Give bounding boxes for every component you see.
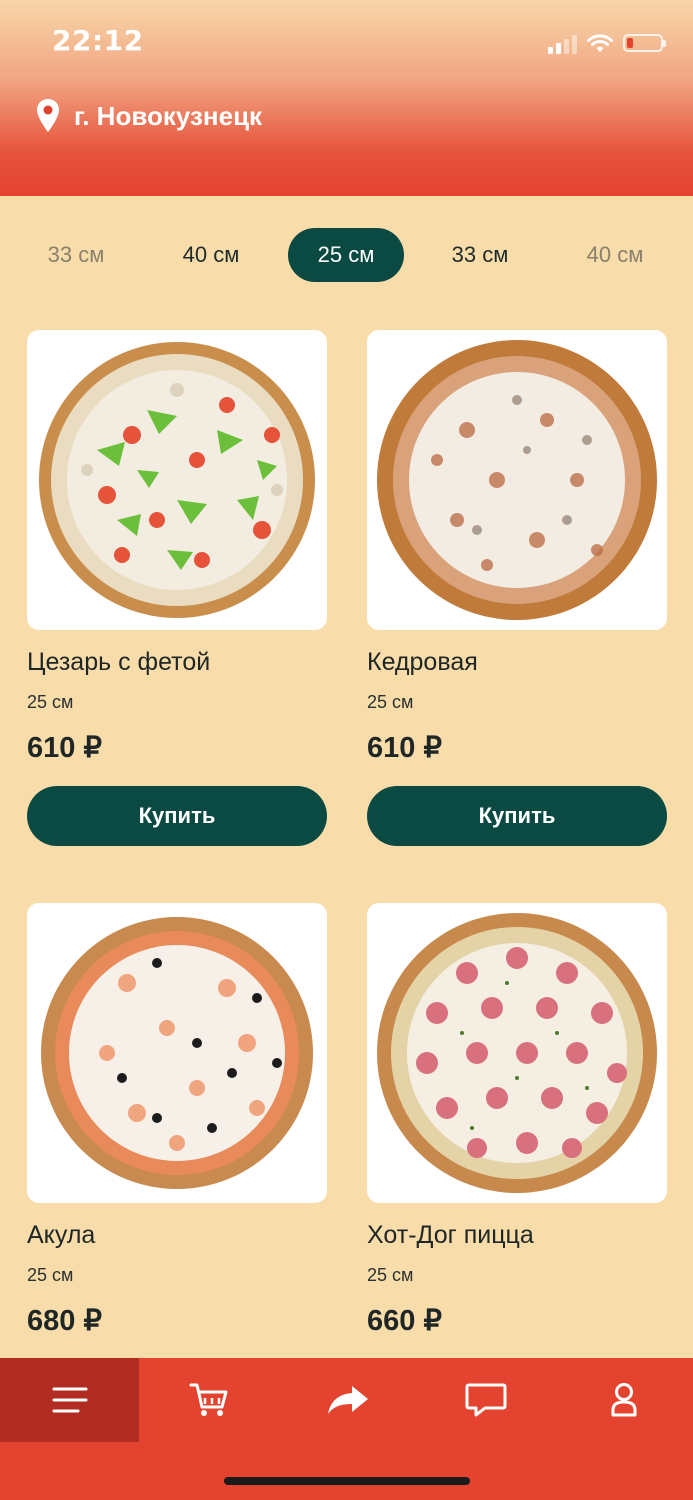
product-price: 610 ₽: [367, 732, 442, 764]
product-price: 660 ₽: [367, 1305, 442, 1337]
location-selector[interactable]: г. Новокузнецк: [36, 98, 262, 134]
product-name: Кедровая: [367, 648, 478, 676]
product-size: 25 см: [367, 1265, 414, 1285]
buy-button[interactable]: Купить: [367, 786, 667, 846]
product-image[interactable]: [367, 330, 667, 630]
product-image[interactable]: [367, 903, 667, 1203]
product-name: Хот-Дог пицца: [367, 1221, 534, 1249]
menu-icon: [52, 1387, 87, 1413]
product-name: Цезарь с фетой: [27, 648, 211, 676]
product-price: 610 ₽: [27, 732, 102, 764]
profile-icon: [611, 1383, 636, 1417]
tab-profile[interactable]: [554, 1358, 693, 1442]
chat-icon: [465, 1383, 506, 1417]
app-header: 22:12 г. Новокузнецк: [0, 0, 693, 196]
status-time: 22:12: [52, 24, 144, 57]
battery-icon: [623, 34, 666, 52]
product-card: Хот-Дог пицца 25 см 660 ₽: [367, 903, 667, 1337]
product-card: Акула 25 см 680 ₽: [27, 903, 327, 1337]
size-filter-tabs: 33 см 40 см 25 см 33 см 40 см: [0, 228, 693, 282]
wifi-icon: [587, 34, 613, 52]
product-size: 25 см: [27, 1265, 74, 1285]
product-size: 25 см: [27, 692, 74, 712]
product-image[interactable]: [27, 903, 327, 1203]
cellular-signal-icon: [548, 34, 577, 54]
product-image[interactable]: [27, 330, 327, 630]
location-pin-icon: [37, 99, 59, 132]
city-name: г. Новокузнецк: [74, 100, 263, 131]
product-card: Кедровая 25 см 610 ₽ Купить: [367, 330, 667, 846]
size-tab-33[interactable]: 33 см: [422, 228, 538, 282]
tab-chat[interactable]: [416, 1358, 555, 1442]
product-price: 680 ₽: [27, 1305, 102, 1337]
size-tab-33[interactable]: 33 см: [18, 228, 134, 282]
product-size: 25 см: [367, 692, 414, 712]
product-card: Цезарь с фетой 25 см 610 ₽ Купить: [27, 330, 327, 846]
cart-icon: [189, 1383, 227, 1416]
buy-button[interactable]: Купить: [27, 786, 327, 846]
tab-cart[interactable]: [139, 1358, 278, 1442]
size-tab-40[interactable]: 40 см: [557, 228, 673, 282]
status-icons: [548, 30, 666, 54]
product-name: Акула: [27, 1221, 96, 1249]
size-tab-40[interactable]: 40 см: [153, 228, 269, 282]
size-tab-25[interactable]: 25 см: [288, 228, 404, 282]
home-indicator[interactable]: [224, 1477, 470, 1485]
tab-share[interactable]: [278, 1358, 417, 1442]
tab-menu[interactable]: [0, 1358, 139, 1442]
share-icon: [327, 1386, 368, 1414]
